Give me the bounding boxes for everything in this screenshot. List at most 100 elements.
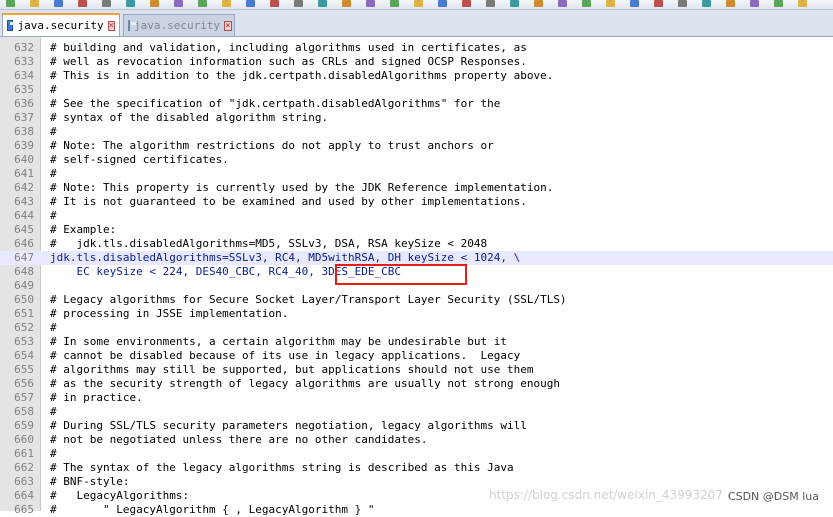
line-number: 662 — [14, 461, 34, 474]
comment-text: # — [50, 447, 57, 460]
toolbar-button-icon[interactable] — [78, 0, 87, 7]
code-line[interactable]: 638 # — [0, 125, 833, 139]
toolbar-button-icon[interactable] — [174, 0, 183, 7]
tab-java-security-active[interactable]: java.security × — [2, 13, 120, 36]
toolbar-button-icon[interactable] — [678, 0, 687, 7]
code-line[interactable]: 640 # self-signed certificates. — [0, 153, 833, 167]
code-line[interactable]: 657 # in practice. — [0, 391, 833, 405]
toolbar-button-icon[interactable] — [726, 0, 735, 7]
code-line[interactable]: 663 # BNF-style: — [0, 475, 833, 489]
toolbar-button-icon[interactable] — [294, 0, 303, 7]
property-text: jdk.tls.disabledAlgorithms=SSLv3, RC4, M… — [50, 251, 521, 264]
line-number: 652 — [14, 321, 34, 334]
toolbar-button-icon[interactable] — [510, 0, 519, 7]
code-line[interactable]: 642 # Note: This property is currently us… — [0, 181, 833, 195]
tab-bar: java.security × java.security × — [0, 10, 833, 37]
code-line[interactable]: 632 # building and validation, including … — [0, 41, 833, 55]
code-line[interactable]: 643 # It is not guaranteed to be examined… — [0, 195, 833, 209]
toolbar-button-icon[interactable] — [366, 0, 375, 7]
code-line[interactable]: 652 # — [0, 321, 833, 335]
toolbar-button-icon[interactable] — [630, 0, 639, 7]
toolbar-button-icon[interactable] — [390, 0, 399, 7]
code-line[interactable]: 658 # — [0, 405, 833, 419]
toolbar-button-icon[interactable] — [438, 0, 447, 7]
line-number: 642 — [14, 181, 34, 194]
toolbar-button-icon[interactable] — [30, 0, 39, 7]
comment-text: # cannot be disabled because of its use … — [50, 349, 521, 362]
tab-java-security-inactive[interactable]: java.security × — [123, 14, 235, 36]
close-icon[interactable]: × — [107, 20, 115, 31]
toolbar-button-icon[interactable] — [798, 0, 807, 7]
code-line[interactable]: 665 # " LegacyAlgorithm { , LegacyAlgorit… — [0, 503, 833, 517]
toolbar-button-icon[interactable] — [774, 0, 783, 7]
line-number: 647 — [14, 251, 34, 264]
line-number: 665 — [14, 503, 34, 516]
close-icon[interactable]: × — [224, 20, 232, 31]
comment-text: # The syntax of the legacy algorithms st… — [50, 461, 514, 474]
code-line[interactable]: 655 # algorithms may still be supported, … — [0, 363, 833, 377]
code-line[interactable]: 634 # This is in addition to the jdk.cert… — [0, 69, 833, 83]
line-number: 650 — [14, 293, 34, 306]
csdn-credit: CSDN @DSM lua — [727, 490, 819, 503]
line-number: 635 — [14, 83, 34, 96]
comment-text: # This is in addition to the jdk.certpat… — [50, 69, 554, 82]
toolbar-button-icon[interactable] — [318, 0, 327, 7]
code-line[interactable]: 650 # Legacy algorithms for Secure Socket… — [0, 293, 833, 307]
code-line[interactable]: 636 # See the specification of "jdk.certp… — [0, 97, 833, 111]
code-line[interactable]: 633 # well as revocation information such… — [0, 55, 833, 69]
toolbar-button-icon[interactable] — [54, 0, 63, 7]
toolbar-button-icon[interactable] — [606, 0, 615, 7]
line-number: 632 — [14, 41, 34, 54]
comment-text: # " LegacyAlgorithm { , LegacyAlgorithm … — [50, 503, 375, 516]
toolbar-button-icon[interactable] — [246, 0, 255, 7]
code-editor[interactable]: 632 # building and validation, including … — [0, 37, 833, 516]
code-line[interactable]: 662 # The syntax of the legacy algorithms… — [0, 461, 833, 475]
code-line[interactable]: 661 # — [0, 447, 833, 461]
toolbar-button-icon[interactable] — [6, 0, 15, 7]
line-number: 660 — [14, 433, 34, 446]
comment-text: # — [50, 167, 57, 180]
toolbar-button-icon[interactable] — [750, 0, 759, 7]
comment-text: # LegacyAlgorithms: — [50, 489, 190, 502]
comment-text: # Note: This property is currently used … — [50, 181, 554, 194]
code-line[interactable]: 659 # During SSL/TLS security parameters … — [0, 419, 833, 433]
toolbar-button-icon[interactable] — [150, 0, 159, 7]
toolbar-button-icon[interactable] — [486, 0, 495, 7]
toolbar-button-icon[interactable] — [582, 0, 591, 7]
code-line[interactable]: 639 # Note: The algorithm restrictions do… — [0, 139, 833, 153]
comment-text: # BNF-style: — [50, 475, 130, 488]
code-line[interactable]: 647 jdk.tls.disabledAlgorithms=SSLv3, RC4… — [0, 251, 833, 265]
comment-text: # well as revocation information such as… — [50, 55, 527, 68]
toolbar-button-icon[interactable] — [342, 0, 351, 7]
toolbar-button-icon[interactable] — [558, 0, 567, 7]
toolbar-button-icon[interactable] — [270, 0, 279, 7]
toolbar-button-icon[interactable] — [534, 0, 543, 7]
code-line[interactable]: 637 # syntax of the disabled algorithm st… — [0, 111, 833, 125]
toolbar-button-icon[interactable] — [654, 0, 663, 7]
line-number: 645 — [14, 223, 34, 236]
toolbar-button-icon[interactable] — [102, 0, 111, 7]
toolbar-button-icon[interactable] — [126, 0, 135, 7]
code-line[interactable]: 641 # — [0, 167, 833, 181]
code-line[interactable]: 651 # processing in JSSE implementation. — [0, 307, 833, 321]
toolbar-button-icon[interactable] — [414, 0, 423, 7]
toolbar-button-icon[interactable] — [462, 0, 471, 7]
toolbar-button-icon[interactable] — [222, 0, 231, 7]
code-line[interactable]: 653 # In some environments, a certain alg… — [0, 335, 833, 349]
code-line[interactable]: 654 # cannot be disabled because of its u… — [0, 349, 833, 363]
toolbar-button-icon[interactable] — [702, 0, 711, 7]
line-number: 659 — [14, 419, 34, 432]
code-line[interactable]: 645 # Example: — [0, 223, 833, 237]
code-line[interactable]: 644 # — [0, 209, 833, 223]
line-number: 641 — [14, 167, 34, 180]
line-number: 644 — [14, 209, 34, 222]
code-line[interactable]: 656 # as the security strength of legacy … — [0, 377, 833, 391]
code-line[interactable]: 660 # not be negotiated unless there are … — [0, 433, 833, 447]
comment-text: # Example: — [50, 223, 117, 236]
toolbar-button-icon[interactable] — [198, 0, 207, 7]
code-line[interactable]: 635 # — [0, 83, 833, 97]
comment-text: # syntax of the disabled algorithm strin… — [50, 111, 329, 124]
comment-text: # building and validation, including alg… — [50, 41, 527, 54]
code-line[interactable]: 646 # jdk.tls.disabledAlgorithms=MD5, SSL… — [0, 237, 833, 251]
line-number: 646 — [14, 237, 34, 250]
